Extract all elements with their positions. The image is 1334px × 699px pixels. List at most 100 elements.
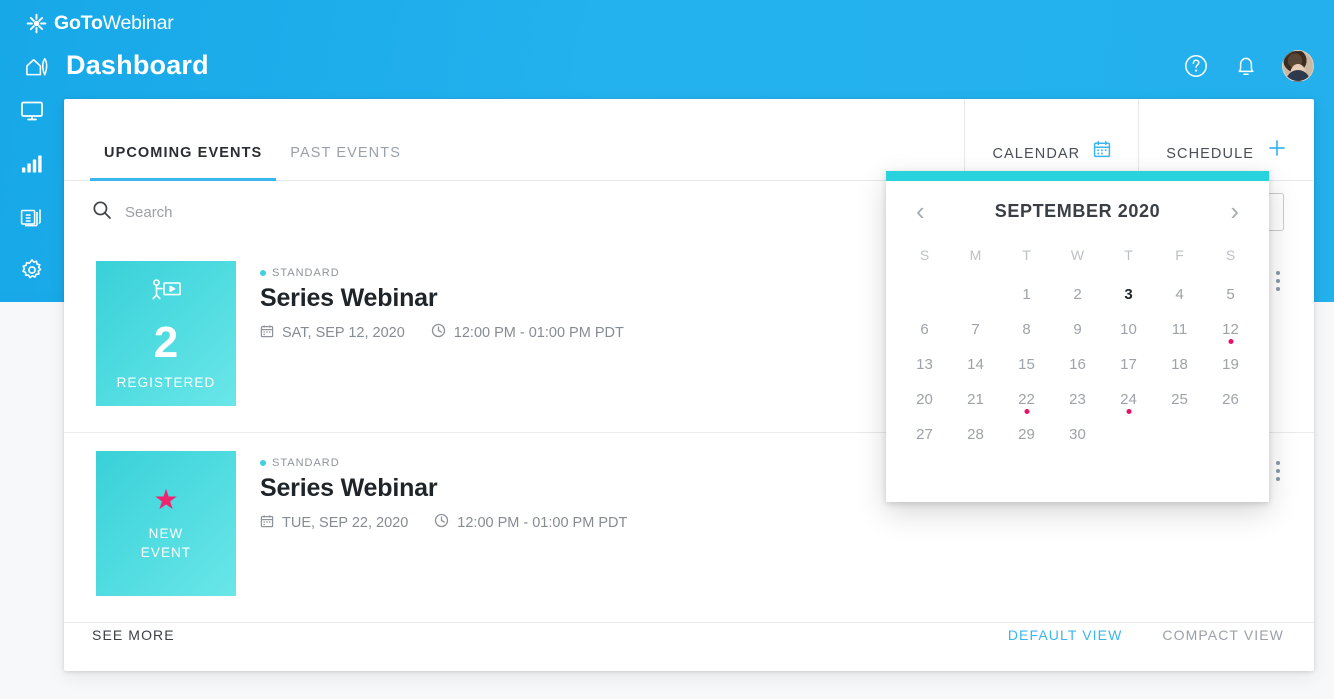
calendar-day-28[interactable]: 28 [950,417,1001,452]
brand-logo-light: Webinar [102,12,174,34]
sidebar-item-analytics[interactable] [17,149,47,179]
default-view-button[interactable]: DEFAULT VIEW [1008,627,1123,643]
search-icon [92,200,112,225]
user-avatar[interactable] [1282,50,1314,82]
tab-past-events[interactable]: PAST EVENTS [276,145,415,180]
home-icon [24,53,50,79]
sidebar-item-settings[interactable] [17,255,47,285]
calendar-day-22[interactable]: 22 [1001,382,1052,417]
schedule-button-label: SCHEDULE [1166,146,1254,162]
calendar-day-24[interactable]: 24 [1103,382,1154,417]
calendar-day-7[interactable]: 7 [950,312,1001,347]
sidebar [0,96,64,285]
calendar-day-5[interactable]: 5 [1205,277,1256,312]
new-event-line1: NEW [148,525,184,541]
calendar-day-number: 2 [1073,286,1082,303]
calendar-accent-bar [886,171,1269,181]
calendar-icon [1093,140,1111,162]
event-overflow-menu[interactable] [1272,457,1284,485]
calendar-day-16[interactable]: 16 [1052,347,1103,382]
calendar-day-number: 14 [967,356,984,373]
calendar-header: ‹ SEPTEMBER 2020 › [886,181,1269,241]
status-badge-label: STANDARD [272,267,340,279]
schedule-button[interactable]: SCHEDULE [1138,99,1314,181]
calendar-event-dot [1228,339,1233,344]
calendar-day-4[interactable]: 4 [1154,277,1205,312]
chevron-left-icon[interactable]: ‹ [910,196,931,226]
clock-icon [434,513,449,532]
tab-upcoming-events[interactable]: UPCOMING EVENTS [90,145,277,181]
calendar-day-number: 4 [1175,286,1184,303]
calendar-day-10[interactable]: 10 [1103,312,1154,347]
calendar-day-number: 5 [1226,286,1235,303]
calendar-day-number: 24 [1120,391,1137,408]
calendar-day-25[interactable]: 25 [1154,382,1205,417]
calendar-day-17[interactable]: 17 [1103,347,1154,382]
calendar-day-23[interactable]: 23 [1052,382,1103,417]
calendar-day-30[interactable]: 30 [1052,417,1103,452]
tab-bar-right: CALENDAR SCHEDULE [964,99,1314,181]
brand-logo[interactable]: GoToWebinar [26,12,174,35]
sidebar-item-webinars[interactable] [17,96,47,126]
calendar-day-2[interactable]: 2 [1052,277,1103,312]
calendar-day-number: 27 [916,426,933,443]
calendar-day-21[interactable]: 21 [950,382,1001,417]
calendar-day-11[interactable]: 11 [1154,312,1205,347]
new-event-line2: EVENT [140,544,192,560]
calendar-day-20[interactable]: 20 [899,382,950,417]
tab-bar: UPCOMING EVENTS PAST EVENTS CALENDAR SCH… [64,99,1314,181]
search-wrap [92,200,425,225]
calendar-day-12[interactable]: 12 [1205,312,1256,347]
calendar-day-14[interactable]: 14 [950,347,1001,382]
calendar-day-number: 19 [1222,356,1239,373]
status-badge-label: STANDARD [272,457,340,469]
dashboard-page: GoToWebinar Dashboard UPCOMING EVENTS PA… [0,0,1334,699]
sidebar-item-recordings[interactable] [17,202,47,232]
calendar-day-15[interactable]: 15 [1001,347,1052,382]
calendar-day-3[interactable]: 3 [1103,277,1154,312]
calendar-day-27[interactable]: 27 [899,417,950,452]
event-time: 12:00 PM - 01:00 PM PDT [431,323,624,342]
calendar-day-number: 7 [971,321,980,338]
clock-icon [431,323,446,342]
calendar-weekday: S [1225,247,1236,263]
event-title[interactable]: Series Webinar [260,474,627,503]
calendar-day-number: 9 [1073,321,1082,338]
see-more-button[interactable]: SEE MORE [92,627,175,643]
event-title[interactable]: Series Webinar [260,284,624,313]
chevron-right-icon[interactable]: › [1224,196,1245,226]
event-thumbnail-new[interactable]: ★ NEW EVENT [96,451,236,596]
search-input[interactable] [125,203,425,221]
calendar-day-26[interactable]: 26 [1205,382,1256,417]
calendar-day-6[interactable]: 6 [899,312,950,347]
calendar-day-1[interactable]: 1 [1001,277,1052,312]
calendar-month-label: SEPTEMBER 2020 [994,200,1161,221]
small-calendar-icon [260,324,274,342]
calendar-day-number: 17 [1120,356,1137,373]
calendar-day-number: 20 [916,391,933,408]
plus-icon [1267,138,1287,162]
event-time: 12:00 PM - 01:00 PM PDT [434,513,627,532]
calendar-day-9[interactable]: 9 [1052,312,1103,347]
calendar-button-label: CALENDAR [992,146,1081,162]
calendar-day-number: 13 [916,356,933,373]
registered-label: REGISTERED [116,374,216,390]
calendar-day-8[interactable]: 8 [1001,312,1052,347]
calendar-day-29[interactable]: 29 [1001,417,1052,452]
calendar-button[interactable]: CALENDAR [964,99,1138,181]
event-overflow-menu[interactable] [1272,267,1284,295]
event-date-text: SAT, SEP 12, 2020 [282,324,405,341]
compact-view-button[interactable]: COMPACT VIEW [1162,627,1284,643]
presenter-screen-icon [149,278,183,313]
help-icon[interactable] [1182,52,1210,80]
event-thumbnail-registered[interactable]: 2 REGISTERED [96,261,236,406]
brand-logo-text: GoToWebinar [54,12,174,35]
calendar-event-dot [1126,409,1131,414]
calendar-day-number: 30 [1069,426,1086,443]
calendar-day-18[interactable]: 18 [1154,347,1205,382]
calendar-day-19[interactable]: 19 [1205,347,1256,382]
notifications-bell-icon[interactable] [1232,52,1260,80]
status-badge: STANDARD [260,457,627,469]
calendar-day-13[interactable]: 13 [899,347,950,382]
calendar-day-number: 15 [1018,356,1035,373]
